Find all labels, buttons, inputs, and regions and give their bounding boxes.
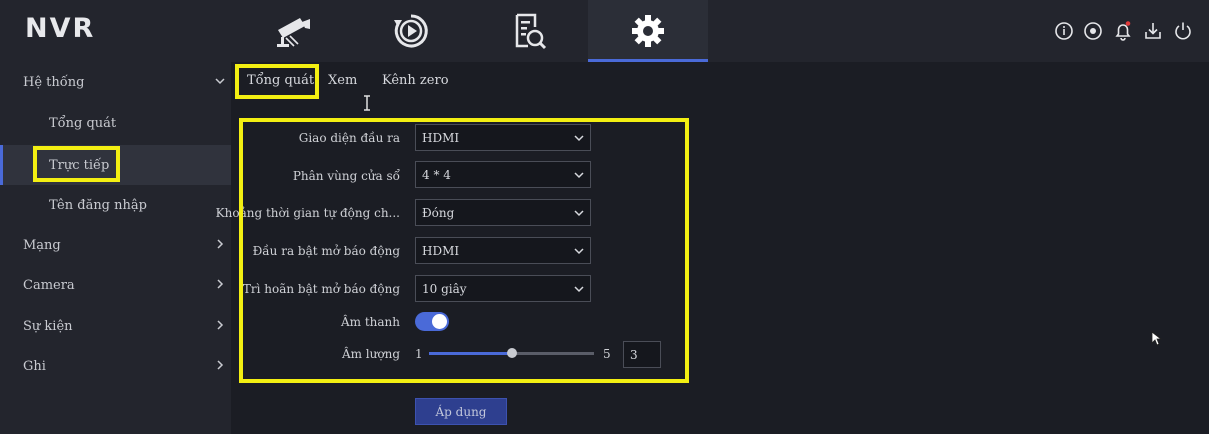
sidebar-item-label: Tổng quát [49, 116, 117, 131]
alarm-popup-delay-label: Trì hoãn bật mở báo động [242, 282, 400, 296]
toggle-knob [432, 314, 447, 329]
volume-label: Âm lượng [341, 347, 400, 361]
sidebar-item-login-name[interactable]: Tên đăng nhập [0, 185, 231, 225]
sidebar-item-label: Camera [23, 278, 75, 293]
nvr-logo: NVR [25, 13, 96, 44]
record-button[interactable] [1081, 19, 1105, 43]
volume-slider-handle[interactable] [506, 348, 517, 358]
tab-zero-channel[interactable]: Kênh zero [382, 73, 449, 88]
select-value: 10 giây [422, 282, 467, 296]
select-value: HDMI [422, 244, 460, 258]
top-bar: NVR [0, 0, 1209, 62]
volume-min: 1 [415, 347, 423, 361]
notification-button[interactable] [1111, 19, 1135, 43]
sidebar: Hệ thống Tổng quát Trực tiếp Tên đăng nh… [0, 62, 231, 434]
chevron-right-icon [213, 358, 227, 372]
nav-tab-live-view[interactable] [234, 0, 352, 62]
info-button[interactable] [1052, 19, 1076, 43]
sidebar-item-label: Mạng [23, 238, 61, 253]
nav-tab-settings[interactable] [588, 0, 708, 62]
sidebar-item-label: Ghi [23, 359, 46, 374]
volume-value: 3 [630, 348, 638, 362]
power-icon [1175, 22, 1191, 40]
sidebar-item-live[interactable]: Trực tiếp [0, 145, 231, 185]
info-icon [1055, 22, 1073, 40]
record-icon [1084, 22, 1102, 40]
window-division-select[interactable]: 4 * 4 [415, 161, 591, 188]
output-interface-label: Giao diện đầu ra [298, 131, 400, 145]
chevron-down-icon [213, 74, 227, 88]
select-value: HDMI [422, 131, 460, 145]
volume-input[interactable]: 3 [623, 341, 661, 368]
volume-slider[interactable] [429, 348, 594, 358]
chevron-down-icon [573, 132, 585, 144]
sidebar-item-label: Sự kiện [23, 319, 73, 334]
output-interface-select[interactable]: HDMI [415, 124, 591, 151]
power-button[interactable] [1171, 19, 1195, 43]
sidebar-item-label: Tên đăng nhập [49, 198, 147, 213]
chevron-right-icon [213, 318, 227, 332]
alarm-popup-delay-select[interactable]: 10 giây [415, 275, 591, 302]
volume-max: 5 [603, 347, 611, 361]
text-cursor-icon [364, 95, 370, 111]
auto-switch-interval-select[interactable]: Đóng [415, 199, 591, 226]
alarm-popup-output-label: Đầu ra bật mở báo động [252, 244, 400, 258]
mouse-pointer-icon [1151, 331, 1163, 346]
nav-tab-search[interactable] [470, 0, 588, 62]
chevron-down-icon [573, 207, 585, 219]
volume-slider-fill [429, 352, 512, 355]
download-icon [1145, 23, 1161, 39]
chevron-down-icon [573, 169, 585, 181]
apply-button[interactable]: Áp dụng [415, 398, 507, 425]
audio-toggle[interactable] [415, 312, 449, 331]
nav-tab-playback[interactable] [352, 0, 470, 62]
bell-icon [1115, 21, 1131, 41]
tab-general[interactable]: Tổng quát [247, 73, 314, 88]
chevron-right-icon [213, 237, 227, 251]
auto-switch-interval-label: Khoảng thời gian tự động ch... [215, 206, 400, 220]
sidebar-item-network[interactable]: Mạng [0, 225, 231, 265]
sidebar-item-label: Hệ thống [23, 75, 85, 90]
chevron-down-icon [573, 283, 585, 295]
audio-label: Âm thanh [340, 315, 400, 329]
download-button[interactable] [1141, 19, 1165, 43]
gear-icon [632, 15, 664, 47]
window-division-label: Phân vùng cửa sổ [292, 169, 400, 183]
alarm-popup-output-select[interactable]: HDMI [415, 237, 591, 264]
sidebar-item-camera[interactable]: Camera [0, 265, 231, 305]
camera-icon [277, 18, 310, 47]
chevron-right-icon [213, 277, 227, 291]
sidebar-item-general[interactable]: Tổng quát [0, 103, 231, 143]
sidebar-item-system[interactable]: Hệ thống [0, 62, 231, 102]
sidebar-item-event[interactable]: Sự kiện [0, 306, 231, 346]
tab-view[interactable]: Xem [328, 73, 357, 88]
playback-icon [394, 14, 428, 48]
select-value: Đóng [422, 206, 455, 220]
sidebar-item-record[interactable]: Ghi [0, 346, 231, 386]
file-search-icon [515, 13, 547, 50]
select-value: 4 * 4 [422, 168, 451, 182]
sidebar-item-label: Trực tiếp [49, 158, 110, 173]
chevron-down-icon [573, 245, 585, 257]
